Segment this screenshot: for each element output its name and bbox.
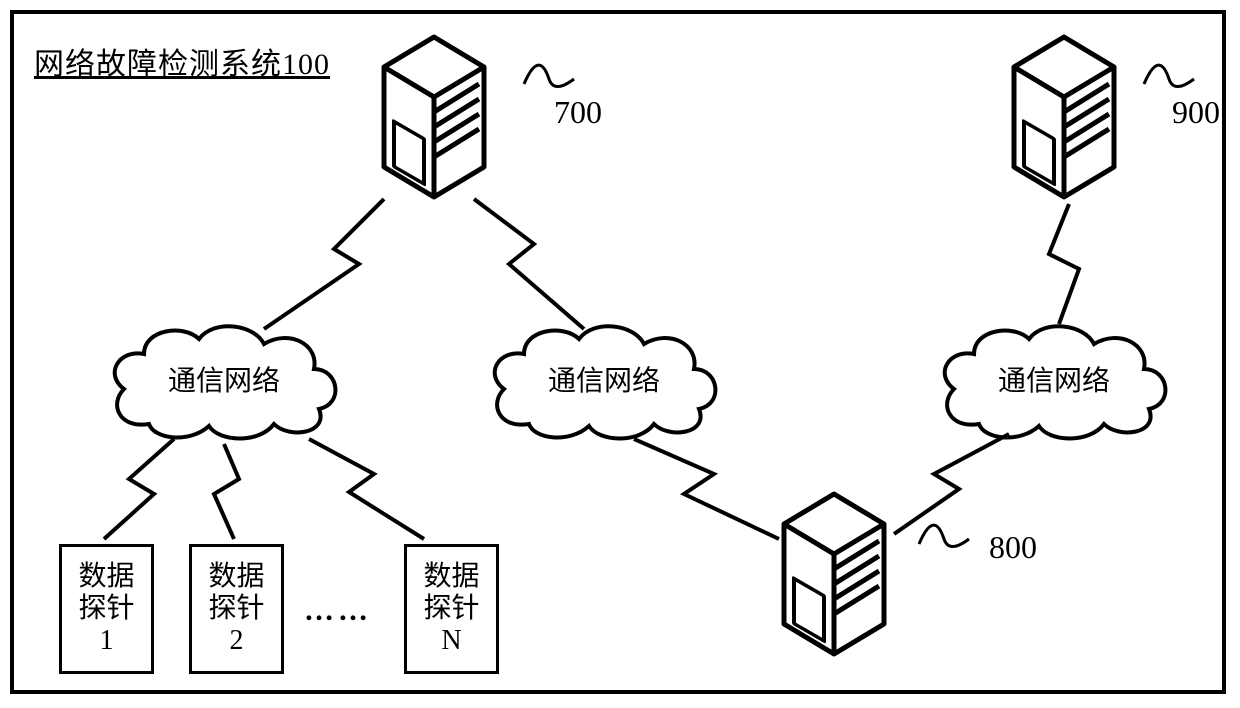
server-icon — [774, 489, 894, 659]
probe-text: 探针 — [407, 593, 496, 625]
link-zigzag — [94, 434, 184, 544]
cloud-label: 通信网络 — [484, 359, 724, 399]
link-zigzag — [204, 439, 254, 544]
cloud-label: 通信网络 — [934, 359, 1174, 399]
server-700 — [374, 32, 494, 207]
label-900: 900 — [1172, 94, 1220, 131]
probe-text: N — [407, 625, 496, 657]
data-probe-1: 数据 探针 1 — [59, 544, 154, 674]
link-zigzag — [464, 194, 594, 334]
cloud-label: 通信网络 — [104, 359, 344, 399]
label-700: 700 — [554, 94, 602, 131]
probe-text: 2 — [192, 625, 281, 657]
probe-text: 数据 — [62, 561, 151, 593]
server-icon — [1004, 32, 1124, 202]
link-zigzag — [884, 429, 1014, 539]
link-zigzag — [1034, 199, 1094, 329]
data-probe-n: 数据 探针 N — [404, 544, 499, 674]
link-zigzag — [624, 434, 784, 544]
link-zigzag — [299, 434, 429, 544]
ellipsis-dots: …… — [304, 594, 372, 628]
probe-text: 数据 — [192, 561, 281, 593]
diagram-frame: 网络故障检测系统100 700 — [10, 10, 1226, 694]
curve-mark-900 — [1139, 54, 1199, 94]
server-icon — [374, 32, 494, 202]
probe-text: 1 — [62, 625, 151, 657]
probe-text: 数据 — [407, 561, 496, 593]
probe-text: 探针 — [62, 593, 151, 625]
server-800 — [774, 489, 894, 664]
system-title: 网络故障检测系统100 — [34, 39, 330, 83]
curve-mark-700 — [519, 54, 579, 94]
server-900 — [1004, 32, 1124, 207]
data-probe-2: 数据 探针 2 — [189, 544, 284, 674]
probe-text: 探针 — [192, 593, 281, 625]
link-zigzag — [254, 194, 394, 334]
cloud-network-3: 通信网络 — [934, 314, 1174, 444]
